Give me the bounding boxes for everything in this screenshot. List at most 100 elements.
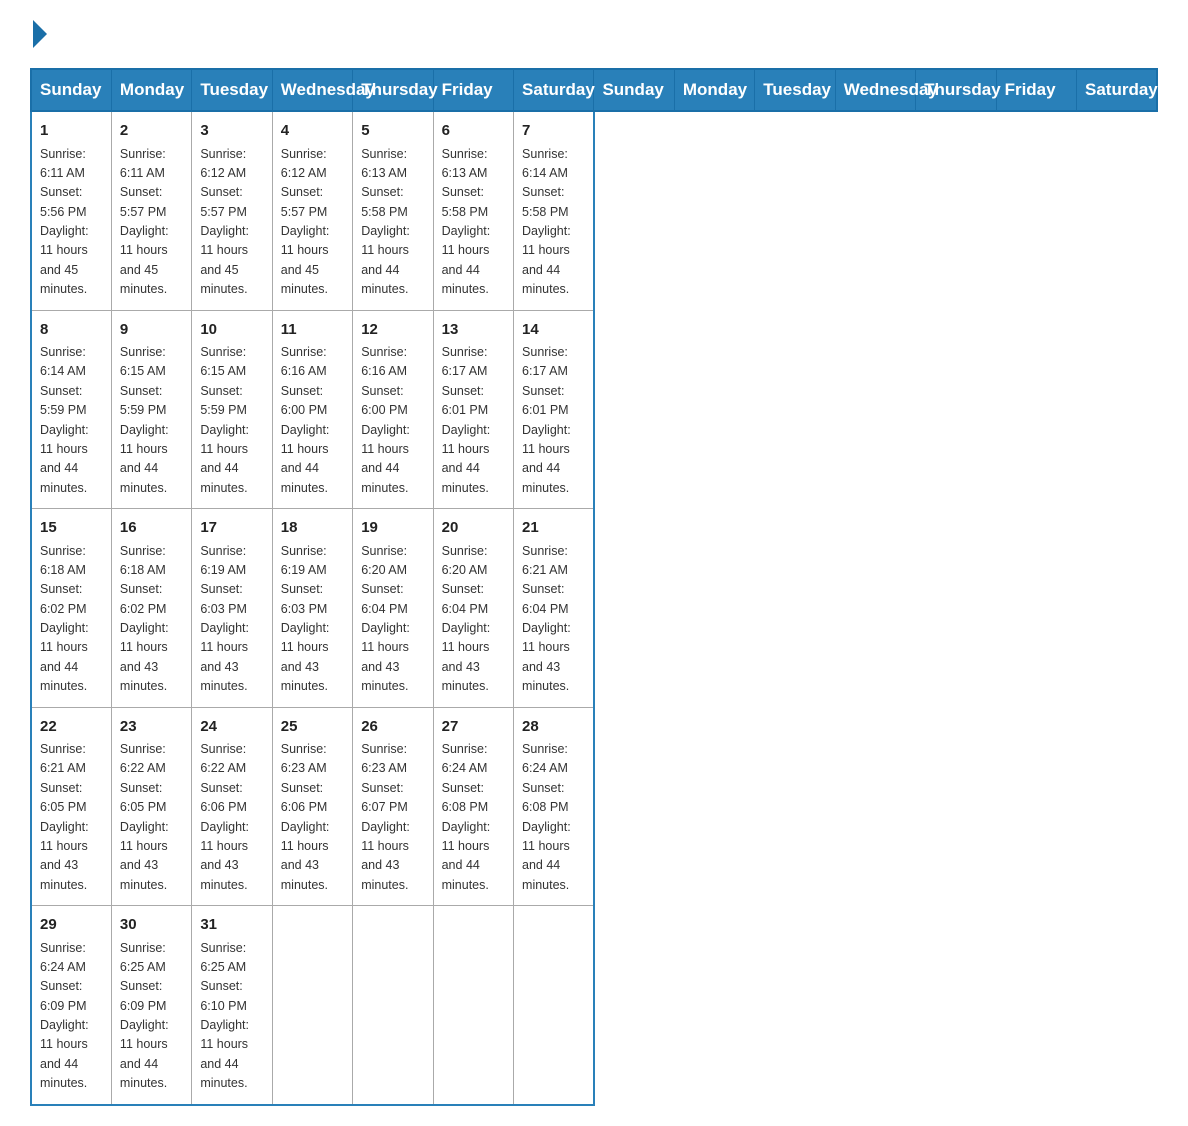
day-info: Sunrise: 6:24 AMSunset: 6:08 PMDaylight:… xyxy=(522,740,585,895)
day-info: Sunrise: 6:17 AMSunset: 6:01 PMDaylight:… xyxy=(442,343,505,498)
day-number: 18 xyxy=(281,517,344,540)
day-number: 25 xyxy=(281,716,344,739)
calendar-week-row: 22Sunrise: 6:21 AMSunset: 6:05 PMDayligh… xyxy=(31,707,1157,906)
day-number: 4 xyxy=(281,120,344,143)
day-info: Sunrise: 6:12 AMSunset: 5:57 PMDaylight:… xyxy=(200,145,263,300)
day-info: Sunrise: 6:18 AMSunset: 6:02 PMDaylight:… xyxy=(40,542,103,697)
day-info: Sunrise: 6:17 AMSunset: 6:01 PMDaylight:… xyxy=(522,343,585,498)
day-number: 24 xyxy=(200,716,263,739)
calendar-cell xyxy=(433,906,513,1105)
calendar-header-monday: Monday xyxy=(111,69,191,111)
day-number: 11 xyxy=(281,319,344,342)
calendar-cell: 31Sunrise: 6:25 AMSunset: 6:10 PMDayligh… xyxy=(192,906,272,1105)
calendar-cell: 24Sunrise: 6:22 AMSunset: 6:06 PMDayligh… xyxy=(192,707,272,906)
day-info: Sunrise: 6:24 AMSunset: 6:09 PMDaylight:… xyxy=(40,939,103,1094)
day-info: Sunrise: 6:13 AMSunset: 5:58 PMDaylight:… xyxy=(361,145,424,300)
day-info: Sunrise: 6:13 AMSunset: 5:58 PMDaylight:… xyxy=(442,145,505,300)
day-info: Sunrise: 6:23 AMSunset: 6:07 PMDaylight:… xyxy=(361,740,424,895)
calendar-cell: 14Sunrise: 6:17 AMSunset: 6:01 PMDayligh… xyxy=(514,310,594,509)
day-number: 1 xyxy=(40,120,103,143)
calendar-cell: 9Sunrise: 6:15 AMSunset: 5:59 PMDaylight… xyxy=(111,310,191,509)
day-number: 17 xyxy=(200,517,263,540)
calendar-week-row: 15Sunrise: 6:18 AMSunset: 6:02 PMDayligh… xyxy=(31,509,1157,708)
day-number: 9 xyxy=(120,319,183,342)
calendar-cell: 19Sunrise: 6:20 AMSunset: 6:04 PMDayligh… xyxy=(353,509,433,708)
day-info: Sunrise: 6:15 AMSunset: 5:59 PMDaylight:… xyxy=(200,343,263,498)
logo xyxy=(30,20,50,48)
day-info: Sunrise: 6:11 AMSunset: 5:57 PMDaylight:… xyxy=(120,145,183,300)
calendar-cell: 25Sunrise: 6:23 AMSunset: 6:06 PMDayligh… xyxy=(272,707,352,906)
day-info: Sunrise: 6:18 AMSunset: 6:02 PMDaylight:… xyxy=(120,542,183,697)
day-number: 2 xyxy=(120,120,183,143)
calendar-cell: 22Sunrise: 6:21 AMSunset: 6:05 PMDayligh… xyxy=(31,707,111,906)
calendar-cell: 15Sunrise: 6:18 AMSunset: 6:02 PMDayligh… xyxy=(31,509,111,708)
logo-arrow-icon xyxy=(33,20,47,48)
day-info: Sunrise: 6:19 AMSunset: 6:03 PMDaylight:… xyxy=(281,542,344,697)
calendar-cell: 7Sunrise: 6:14 AMSunset: 5:58 PMDaylight… xyxy=(514,111,594,310)
day-info: Sunrise: 6:25 AMSunset: 6:09 PMDaylight:… xyxy=(120,939,183,1094)
calendar-cell: 3Sunrise: 6:12 AMSunset: 5:57 PMDaylight… xyxy=(192,111,272,310)
calendar-cell: 6Sunrise: 6:13 AMSunset: 5:58 PMDaylight… xyxy=(433,111,513,310)
day-number: 19 xyxy=(361,517,424,540)
day-number: 3 xyxy=(200,120,263,143)
day-info: Sunrise: 6:21 AMSunset: 6:04 PMDaylight:… xyxy=(522,542,585,697)
day-number: 16 xyxy=(120,517,183,540)
calendar-header-row: SundayMondayTuesdayWednesdayThursdayFrid… xyxy=(31,69,1157,111)
day-number: 20 xyxy=(442,517,505,540)
calendar-cell: 10Sunrise: 6:15 AMSunset: 5:59 PMDayligh… xyxy=(192,310,272,509)
calendar-week-row: 29Sunrise: 6:24 AMSunset: 6:09 PMDayligh… xyxy=(31,906,1157,1105)
day-info: Sunrise: 6:14 AMSunset: 5:58 PMDaylight:… xyxy=(522,145,585,300)
day-number: 21 xyxy=(522,517,585,540)
calendar-header-wednesday: Wednesday xyxy=(835,69,915,111)
calendar-cell: 23Sunrise: 6:22 AMSunset: 6:05 PMDayligh… xyxy=(111,707,191,906)
day-number: 15 xyxy=(40,517,103,540)
calendar-header-tuesday: Tuesday xyxy=(755,69,835,111)
day-number: 12 xyxy=(361,319,424,342)
calendar-header-thursday: Thursday xyxy=(353,69,433,111)
page-header xyxy=(30,20,1158,48)
calendar-cell: 29Sunrise: 6:24 AMSunset: 6:09 PMDayligh… xyxy=(31,906,111,1105)
calendar-cell: 4Sunrise: 6:12 AMSunset: 5:57 PMDaylight… xyxy=(272,111,352,310)
calendar-cell: 28Sunrise: 6:24 AMSunset: 6:08 PMDayligh… xyxy=(514,707,594,906)
calendar-cell: 26Sunrise: 6:23 AMSunset: 6:07 PMDayligh… xyxy=(353,707,433,906)
day-number: 22 xyxy=(40,716,103,739)
calendar-header-saturday: Saturday xyxy=(1076,69,1157,111)
day-number: 29 xyxy=(40,914,103,937)
calendar-header-saturday: Saturday xyxy=(514,69,594,111)
calendar-cell: 2Sunrise: 6:11 AMSunset: 5:57 PMDaylight… xyxy=(111,111,191,310)
calendar-cell: 27Sunrise: 6:24 AMSunset: 6:08 PMDayligh… xyxy=(433,707,513,906)
day-number: 7 xyxy=(522,120,585,143)
day-number: 10 xyxy=(200,319,263,342)
calendar-header-friday: Friday xyxy=(996,69,1076,111)
calendar-header-friday: Friday xyxy=(433,69,513,111)
day-number: 26 xyxy=(361,716,424,739)
calendar-week-row: 8Sunrise: 6:14 AMSunset: 5:59 PMDaylight… xyxy=(31,310,1157,509)
calendar-header-sunday: Sunday xyxy=(31,69,111,111)
calendar-header-wednesday: Wednesday xyxy=(272,69,352,111)
calendar-cell: 30Sunrise: 6:25 AMSunset: 6:09 PMDayligh… xyxy=(111,906,191,1105)
calendar-cell: 18Sunrise: 6:19 AMSunset: 6:03 PMDayligh… xyxy=(272,509,352,708)
calendar-cell: 16Sunrise: 6:18 AMSunset: 6:02 PMDayligh… xyxy=(111,509,191,708)
day-number: 8 xyxy=(40,319,103,342)
day-info: Sunrise: 6:20 AMSunset: 6:04 PMDaylight:… xyxy=(442,542,505,697)
day-info: Sunrise: 6:23 AMSunset: 6:06 PMDaylight:… xyxy=(281,740,344,895)
calendar-cell: 5Sunrise: 6:13 AMSunset: 5:58 PMDaylight… xyxy=(353,111,433,310)
day-number: 28 xyxy=(522,716,585,739)
day-number: 5 xyxy=(361,120,424,143)
calendar-cell: 12Sunrise: 6:16 AMSunset: 6:00 PMDayligh… xyxy=(353,310,433,509)
day-info: Sunrise: 6:25 AMSunset: 6:10 PMDaylight:… xyxy=(200,939,263,1094)
day-info: Sunrise: 6:16 AMSunset: 6:00 PMDaylight:… xyxy=(361,343,424,498)
calendar-cell: 8Sunrise: 6:14 AMSunset: 5:59 PMDaylight… xyxy=(31,310,111,509)
day-info: Sunrise: 6:24 AMSunset: 6:08 PMDaylight:… xyxy=(442,740,505,895)
day-number: 13 xyxy=(442,319,505,342)
day-info: Sunrise: 6:12 AMSunset: 5:57 PMDaylight:… xyxy=(281,145,344,300)
calendar-header-sunday: Sunday xyxy=(594,69,674,111)
day-info: Sunrise: 6:22 AMSunset: 6:05 PMDaylight:… xyxy=(120,740,183,895)
calendar-cell xyxy=(272,906,352,1105)
calendar-header-tuesday: Tuesday xyxy=(192,69,272,111)
calendar-cell xyxy=(514,906,594,1105)
calendar-cell: 21Sunrise: 6:21 AMSunset: 6:04 PMDayligh… xyxy=(514,509,594,708)
day-info: Sunrise: 6:16 AMSunset: 6:00 PMDaylight:… xyxy=(281,343,344,498)
calendar-header-thursday: Thursday xyxy=(916,69,996,111)
day-info: Sunrise: 6:19 AMSunset: 6:03 PMDaylight:… xyxy=(200,542,263,697)
